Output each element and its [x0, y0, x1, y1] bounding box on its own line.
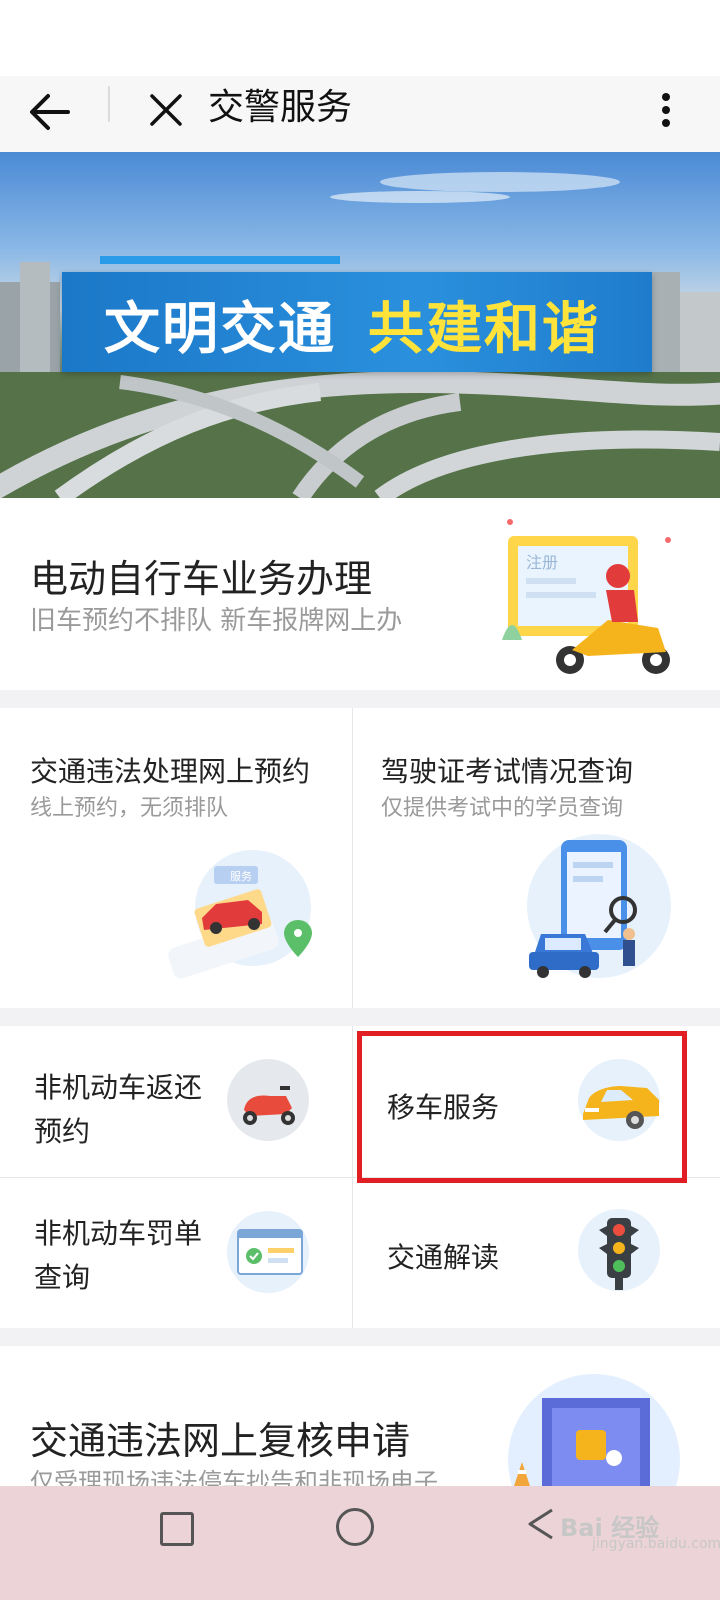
service-title-line-2: 预约 [34, 1115, 91, 1148]
illustration-service-label: 服务 [230, 870, 252, 883]
triangle-back-icon[interactable] [522, 1504, 562, 1544]
service-title: 交通解读 [387, 1241, 500, 1274]
review-card-title: 交通违法网上复核申请 [30, 1419, 411, 1463]
service-cell-license-exam-query[interactable]: 驾驶证考试情况查询 仅提供考试中的学员查询 [353, 708, 720, 1008]
review-illustration [508, 1374, 680, 1486]
service-title-multiline: 非机动车返还 预约 [34, 1066, 202, 1154]
promo-banner[interactable]: 文明交通 共建和谐 [0, 152, 720, 498]
banner-ribbon-stripe-short [290, 256, 320, 264]
service-cell-violation-appointment[interactable]: 交通违法处理网上预约 线上预约，无须排队 服务 [0, 708, 352, 1008]
service-title-multiline: 非机动车罚单 查询 [34, 1212, 202, 1300]
square-icon[interactable] [160, 1512, 194, 1546]
ebike-registration-illustration: 注册 [502, 519, 671, 674]
status-bar-area [0, 0, 720, 76]
service-cell-nonmotor-ticket-query[interactable]: 非机动车罚单 查询 [0, 1178, 352, 1328]
exam-query-illustration [527, 834, 671, 978]
top-navigation-bar: 交警服务 [0, 76, 720, 152]
close-icon [150, 94, 182, 126]
banner-slogan-yellow: 共建和谐 [368, 297, 600, 362]
online-appointment-illustration: 服务 [168, 850, 312, 979]
service-subtitle: 仅提供考试中的学员查询 [381, 796, 624, 821]
service-cell-traffic-interpretation[interactable]: 交通解读 [353, 1178, 720, 1328]
service-title-line-2: 查询 [34, 1261, 91, 1294]
nav-divider [108, 86, 110, 122]
service-title-line-1: 非机动车罚单 [34, 1217, 203, 1250]
more-vertical-icon [662, 93, 670, 127]
service-cell-nonmotor-return[interactable]: 非机动车返还 预约 [0, 1026, 352, 1177]
banner-slogan-white: 文明交通 [104, 297, 336, 362]
move-car-highlight-box [357, 1031, 687, 1183]
service-title-line-1: 非机动车返还 [34, 1071, 203, 1104]
more-menu-button[interactable] [648, 82, 684, 138]
document-check-icon [227, 1211, 309, 1293]
circle-icon[interactable] [336, 1508, 374, 1546]
ebike-card-subtitle: 旧车预约不排队 新车报牌网上办 [30, 606, 403, 636]
watermark-url: jingyan.baidu.com [592, 1536, 720, 1552]
illustration-register-label: 注册 [526, 553, 558, 572]
service-title: 交通违法处理网上预约 [30, 755, 311, 788]
service-title: 驾驶证考试情况查询 [381, 755, 634, 788]
traffic-light-icon [578, 1209, 660, 1291]
page-title: 交警服务 [208, 87, 353, 128]
service-subtitle: 线上预约，无须排队 [30, 796, 229, 821]
close-button[interactable] [140, 84, 192, 136]
ebike-card-title: 电动自行车业务办理 [30, 557, 373, 601]
scooter-icon [227, 1059, 309, 1141]
back-button[interactable] [24, 86, 76, 138]
arrow-left-icon [30, 94, 70, 130]
